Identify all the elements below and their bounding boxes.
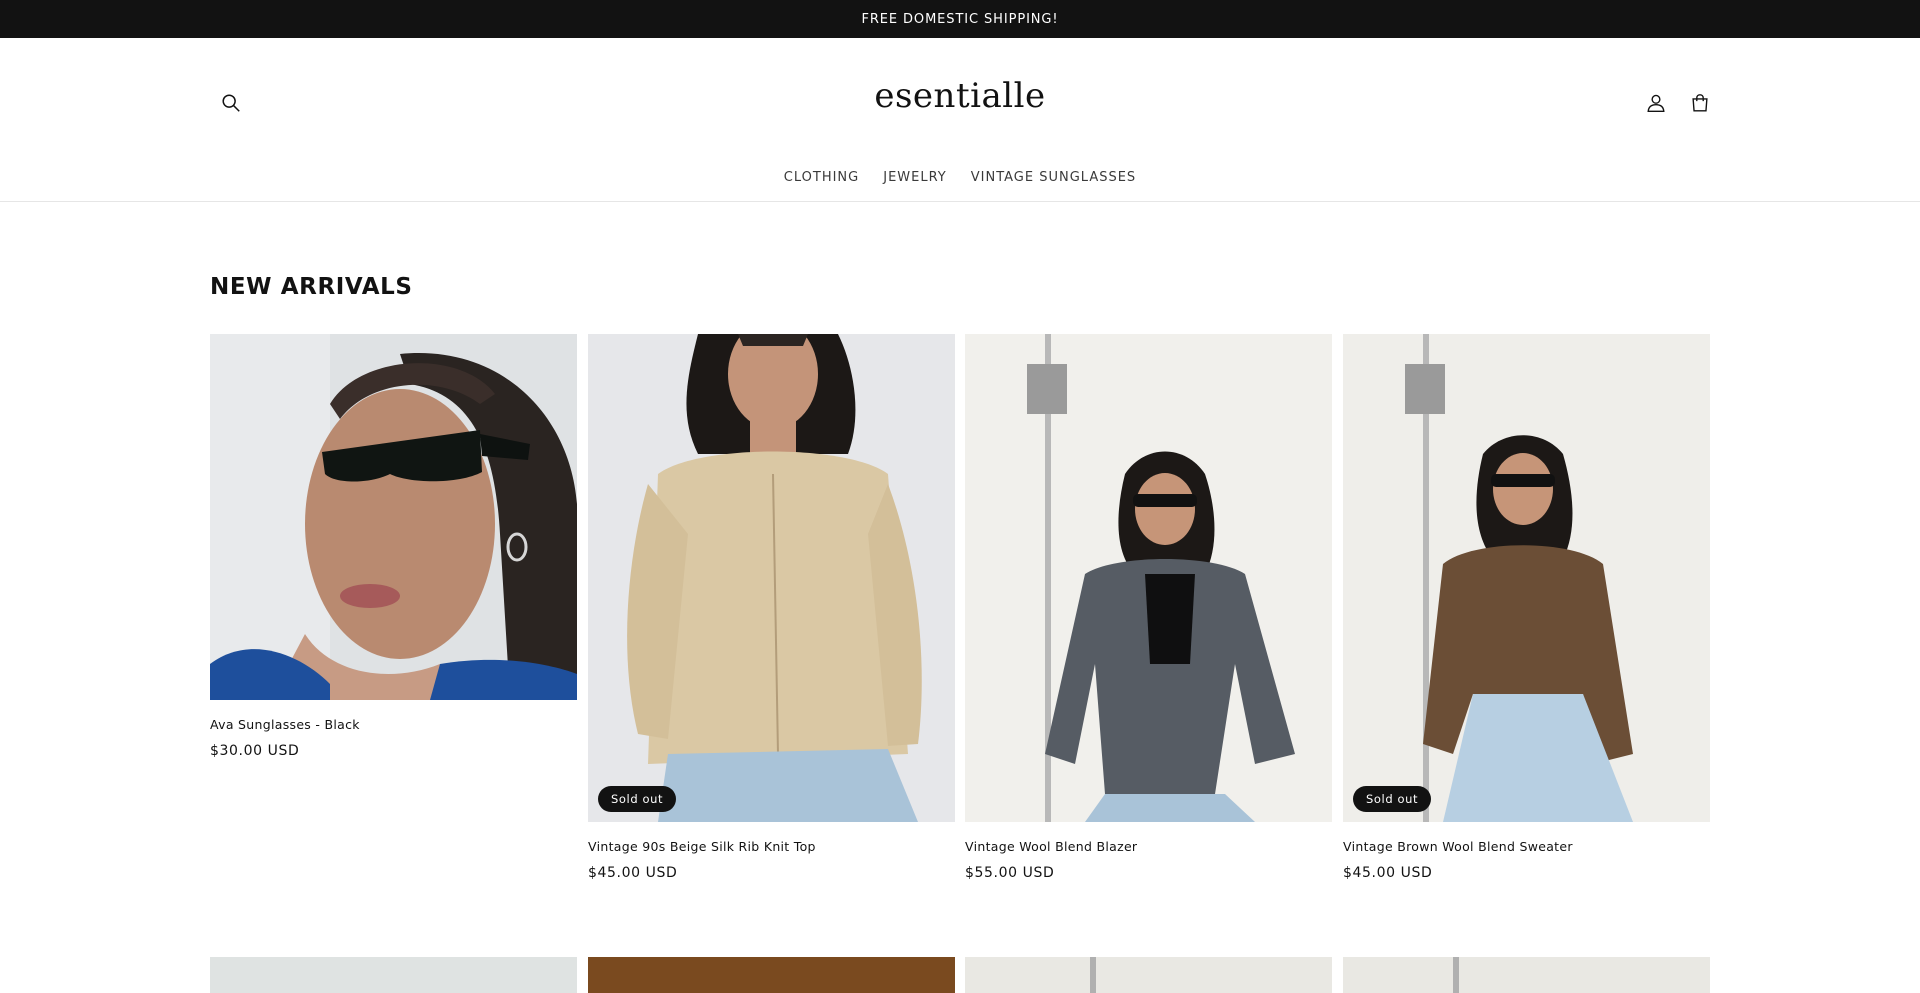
- sold-out-badge: Sold out: [1353, 786, 1432, 812]
- nav-item-jewelry[interactable]: JEWELRY: [883, 168, 947, 187]
- product-image-next-row[interactable]: [588, 957, 955, 993]
- announcement-bar: FREE DOMESTIC SHIPPING!: [0, 0, 1920, 38]
- announcement-text: FREE DOMESTIC SHIPPING!: [861, 11, 1059, 27]
- product-photo-sunglasses: [210, 334, 577, 700]
- product-price: $45.00 USD: [1343, 865, 1433, 881]
- cart-icon: [1692, 94, 1708, 112]
- product-image[interactable]: Sold out: [588, 334, 955, 822]
- section-title: NEW ARRIVALS: [210, 274, 413, 300]
- site-header: esentialle CLOTHING JEWELRY VINTAGE SUNG…: [0, 38, 1920, 202]
- product-title[interactable]: Vintage Brown Wool Blend Sweater: [1343, 839, 1573, 854]
- product-photo-blazer: [965, 334, 1332, 822]
- account-icon: [1647, 94, 1665, 112]
- product-image[interactable]: Sold out: [1343, 334, 1710, 822]
- main-nav: CLOTHING JEWELRY VINTAGE SUNGLASSES: [0, 168, 1920, 187]
- cart-button[interactable]: [1682, 85, 1718, 121]
- nav-item-clothing[interactable]: CLOTHING: [784, 168, 859, 187]
- product-price: $55.00 USD: [965, 865, 1055, 881]
- product-title[interactable]: Ava Sunglasses - Black: [210, 717, 360, 732]
- product-image[interactable]: [965, 334, 1332, 822]
- product-title[interactable]: Vintage Wool Blend Blazer: [965, 839, 1137, 854]
- product-title[interactable]: Vintage 90s Beige Silk Rib Knit Top: [588, 839, 816, 854]
- product-image-next-row[interactable]: [210, 957, 577, 993]
- nav-item-vintage-sunglasses[interactable]: VINTAGE SUNGLASSES: [971, 168, 1136, 187]
- product-image-next-row[interactable]: [1343, 957, 1710, 993]
- product-photo-sweater: [1343, 334, 1710, 822]
- product-image[interactable]: [210, 334, 577, 700]
- site-logo[interactable]: esentialle: [0, 76, 1920, 116]
- product-price: $45.00 USD: [588, 865, 678, 881]
- sold-out-badge: Sold out: [598, 786, 677, 812]
- product-price: $30.00 USD: [210, 743, 300, 759]
- product-image-next-row[interactable]: [965, 957, 1332, 993]
- account-button[interactable]: [1638, 85, 1674, 121]
- product-photo-knit-top: [588, 334, 955, 822]
